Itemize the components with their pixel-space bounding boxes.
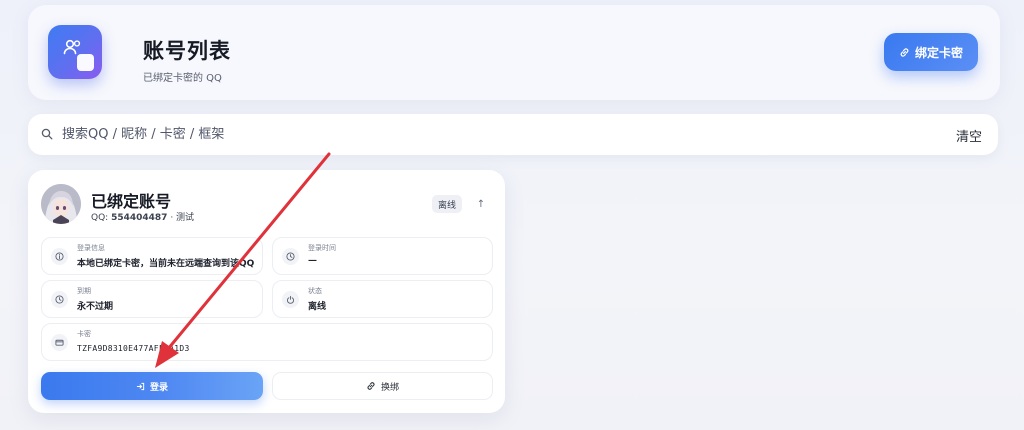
status-value: 离线 [308,302,327,312]
bind-card-label: 绑定卡密 [914,45,963,60]
card-key-value: TZFA9D8310E477AFF0A1D3 [77,344,190,353]
login-info-box: 登录信息 本地已绑定卡密，当前未在远端查询到该QQ [41,237,263,275]
clock-icon [282,248,299,265]
expire-box: 到期 永不过期 [41,280,263,318]
expire-value: 永不过期 [77,302,114,312]
qq-suffix: · 测试 [167,213,195,223]
clear-button[interactable]: 清空 [956,126,982,145]
card-key-label: 卡密 [77,330,91,338]
link-icon [367,382,375,390]
login-label: 登录 [149,382,168,393]
login-button[interactable]: 登录 [41,372,263,400]
header-card: 账号列表 已绑定卡密的 QQ 绑定卡密 [28,5,1000,100]
qq-label: QQ: [91,213,109,223]
page-subtitle: 已绑定卡密的 QQ [143,73,222,84]
status-box: 状态 离线 [272,280,493,318]
avatar [41,184,81,224]
info-icon [51,248,68,265]
card-key-box: 卡密 TZFA9D8310E477AFF0A1D3 [41,323,493,361]
page-title: 账号列表 [143,39,231,63]
login-icon [136,382,145,390]
bind-card-button[interactable]: 绑定卡密 [884,33,978,71]
rebind-button[interactable]: 换绑 [272,372,493,400]
rebind-label: 换绑 [380,382,399,393]
clock-icon [51,291,68,308]
account-name: 已绑定账号 [91,192,172,211]
account-qq: QQ: 554404487 · 测试 [91,210,194,223]
link-icon [900,47,909,57]
login-time-value: — [308,256,317,266]
login-info-value: 本地已绑定卡密，当前未在远端查询到该QQ [77,259,255,269]
login-time-label: 登录时间 [308,244,336,252]
card-icon [51,334,68,351]
search-bar: 清空 [28,114,998,155]
login-info-label: 登录信息 [77,244,105,252]
qq-number: 554404487 [111,213,168,223]
status-badge: 离线 [432,195,462,213]
account-card[interactable]: 已绑定账号 QQ: 554404487 · 测试 离线 ↑ 登录信息 本地已绑定… [28,170,505,413]
login-time-box: 登录时间 — [272,237,493,275]
search-icon [41,128,53,140]
expire-label: 到期 [77,287,91,295]
power-icon [282,291,299,308]
users-icon [48,25,102,79]
status-label: 状态 [308,287,322,295]
arrow-up-icon[interactable]: ↑ [473,195,489,213]
search-input[interactable] [62,122,922,147]
